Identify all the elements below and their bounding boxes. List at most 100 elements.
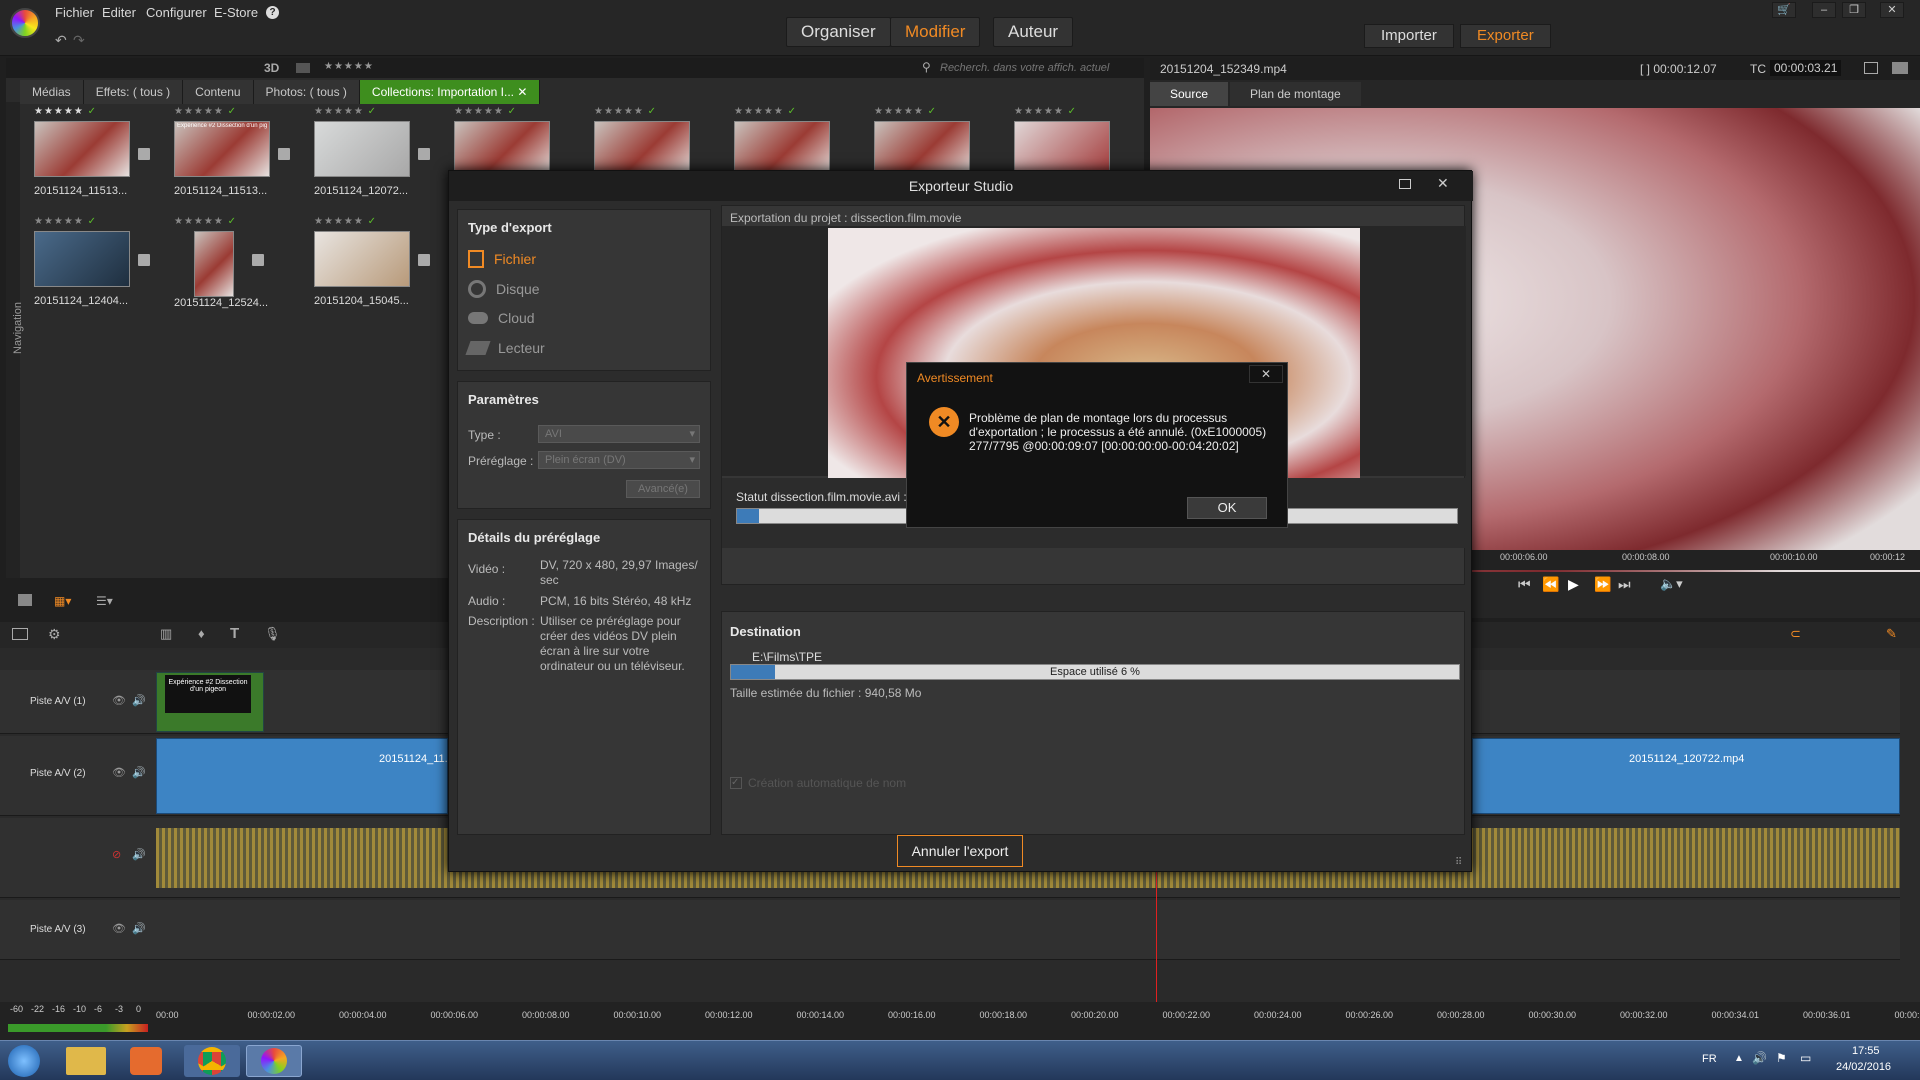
search-icon[interactable]: ⚲	[922, 60, 931, 74]
step-back-icon[interactable]: ⏪	[1542, 576, 1559, 593]
close-tab-icon[interactable]: ✕	[517, 85, 527, 99]
mode-3d-label[interactable]: 3D	[264, 61, 279, 75]
flag-icon[interactable]	[418, 148, 430, 160]
title-icon[interactable]: T	[230, 625, 239, 642]
rating-stars[interactable]: ★★★★★ ✓	[874, 106, 970, 117]
destination-path[interactable]: E:\Films\TPE	[752, 650, 822, 664]
flag-icon[interactable]	[138, 148, 150, 160]
chrome-taskbar-button[interactable]	[184, 1045, 240, 1077]
explorer-icon[interactable]	[66, 1047, 106, 1075]
tab-photos[interactable]: Photos: ( tous )	[253, 80, 360, 104]
go-end-icon[interactable]: ⏭	[1618, 576, 1631, 593]
tab-plan-de-montage[interactable]: Plan de montage	[1230, 82, 1361, 106]
rating-stars[interactable]: ★★★★★ ✓	[454, 106, 550, 117]
visibility-icon[interactable]: 👁	[112, 922, 126, 935]
library-item[interactable]: ★★★★★ ✓	[454, 106, 550, 177]
fullscreen-icon[interactable]	[1864, 62, 1878, 74]
rating-stars[interactable]: ★★★★★ ✓	[174, 216, 268, 227]
clock-date[interactable]: 24/02/2016	[1836, 1061, 1891, 1073]
rating-stars[interactable]: ★★★★★ ✓	[1014, 106, 1110, 117]
tab-medias[interactable]: Médias	[20, 80, 84, 104]
rating-stars[interactable]: ★★★★★ ✓	[174, 106, 270, 117]
menu-configurer[interactable]: Configurer	[146, 5, 207, 20]
start-button-icon[interactable]	[8, 1045, 40, 1077]
undo-icon[interactable]: ↶	[55, 32, 67, 49]
media-thumbnail[interactable]	[314, 231, 410, 287]
flag-tray-icon[interactable]: ⚑	[1776, 1051, 1787, 1065]
ok-button[interactable]: OK	[1187, 497, 1267, 519]
timeline-toggle-icon[interactable]	[12, 628, 28, 640]
layout-icon[interactable]	[1892, 62, 1908, 74]
rating-stars[interactable]: ★★★★★ ✓	[594, 106, 690, 117]
visibility-icon[interactable]: 👁	[112, 766, 126, 779]
cancel-export-button[interactable]: Annuler l'export	[897, 835, 1023, 867]
flag-icon[interactable]	[418, 254, 430, 266]
flag-icon[interactable]	[138, 254, 150, 266]
advanced-button[interactable]: Avancé(e)	[626, 480, 700, 498]
media-thumbnail[interactable]	[454, 121, 550, 177]
rating-stars[interactable]: ★★★★★ ✓	[734, 106, 830, 117]
speaker-icon[interactable]: 🔊	[132, 766, 146, 779]
library-search-input[interactable]	[940, 59, 1140, 76]
volume-icon[interactable]: 🔈▾	[1660, 576, 1683, 592]
media-thumbnail[interactable]	[314, 121, 410, 177]
step-forward-icon[interactable]: ⏩	[1594, 576, 1611, 593]
preset-select[interactable]: Plein écran (DV) ▾	[538, 451, 700, 469]
media-thumbnail[interactable]	[874, 121, 970, 177]
library-item[interactable]: ★★★★★ ✓	[874, 106, 970, 177]
microphone-icon[interactable]: 🎙	[264, 626, 281, 642]
marker-icon[interactable]: ♦	[198, 626, 205, 641]
mode-auteur[interactable]: Auteur	[993, 17, 1074, 47]
tab-source[interactable]: Source	[1150, 82, 1229, 106]
tab-effets[interactable]: Effets: ( tous )	[83, 80, 184, 104]
magnet-icon[interactable]: ⊂	[1790, 626, 1801, 642]
resize-grip-icon[interactable]: ⠿	[1455, 857, 1462, 868]
video-clip[interactable]: 20151124_11...	[156, 738, 454, 814]
library-item[interactable]: ★★★★★ ✓	[734, 106, 830, 177]
rating-filter[interactable]: ★★★★★	[324, 61, 374, 72]
export-type-cloud[interactable]: Cloud	[468, 310, 535, 326]
title-clip[interactable]: Expérience #2 Dissection d'un pigeon	[156, 672, 264, 732]
clock-time[interactable]: 17:55	[1852, 1045, 1880, 1057]
speaker-icon[interactable]: 🔊	[132, 694, 146, 707]
media-thumbnail[interactable]: Expérience #2 Dissection d'un pigeon	[174, 121, 270, 177]
library-item[interactable]: ★★★★★ ✓ 20151124_12072...	[314, 106, 410, 197]
help-icon[interactable]: ?	[266, 6, 279, 19]
studio-taskbar-button[interactable]	[246, 1045, 302, 1077]
export-type-disque[interactable]: Disque	[468, 280, 540, 298]
speaker-icon[interactable]: 🔊	[132, 848, 146, 861]
flag-icon[interactable]	[252, 254, 264, 266]
media-thumbnail[interactable]	[734, 121, 830, 177]
mode-organiser[interactable]: Organiser	[786, 17, 891, 47]
rating-stars[interactable]: ★★★★★ ✓	[314, 216, 410, 227]
edit-mode-icon[interactable]: ✎	[1886, 626, 1897, 642]
muted-visibility-icon[interactable]: ⊘	[112, 848, 121, 861]
speaker-icon[interactable]: 🔊	[132, 922, 146, 935]
flag-icon[interactable]	[278, 148, 290, 160]
play-icon[interactable]: ▶	[1568, 576, 1579, 593]
export-button[interactable]: Exporter	[1460, 24, 1551, 48]
track-av-3[interactable]: Piste A/V (3) 👁 🔊	[0, 900, 1900, 960]
list-view-icon[interactable]: ☰▾	[96, 594, 113, 608]
mode-modifier[interactable]: Modifier	[890, 17, 981, 47]
rating-stars[interactable]: ★★★★★ ✓	[34, 216, 130, 227]
menu-editer[interactable]: Editer	[102, 5, 136, 20]
language-indicator[interactable]: FR	[1702, 1053, 1717, 1065]
library-item[interactable]: ★★★★★ ✓ 20151124_11513...	[34, 106, 130, 197]
grid-view-icon[interactable]: ▦▾	[54, 594, 71, 608]
cart-icon[interactable]: 🛒	[1772, 2, 1796, 18]
media-thumbnail[interactable]	[1014, 121, 1110, 177]
media-thumbnail[interactable]	[34, 121, 130, 177]
library-item[interactable]: ★★★★★ ✓ Expérience #2 Dissection d'un pi…	[174, 106, 270, 197]
rating-stars[interactable]: ★★★★★ ✓	[34, 106, 130, 117]
menu-estore[interactable]: E-Store	[214, 5, 258, 20]
library-item[interactable]: ★★★★★ ✓	[594, 106, 690, 177]
import-button[interactable]: Importer	[1364, 24, 1454, 48]
timecode-display[interactable]: 00:00:03.21	[1770, 60, 1842, 76]
library-item[interactable]: ★★★★★ ✓ 20151204_15045...	[314, 216, 410, 307]
export-type-lecteur[interactable]: Lecteur	[465, 340, 545, 356]
redo-icon[interactable]: ↷	[73, 32, 85, 49]
close-dialog-icon[interactable]: ✕	[1437, 175, 1449, 192]
timeline-ruler[interactable]: 00:00 00:00:02.00 00:00:04.00 00:00:06.00 00…	[0, 1002, 1920, 1040]
go-start-icon[interactable]: ⏮	[1518, 576, 1531, 593]
